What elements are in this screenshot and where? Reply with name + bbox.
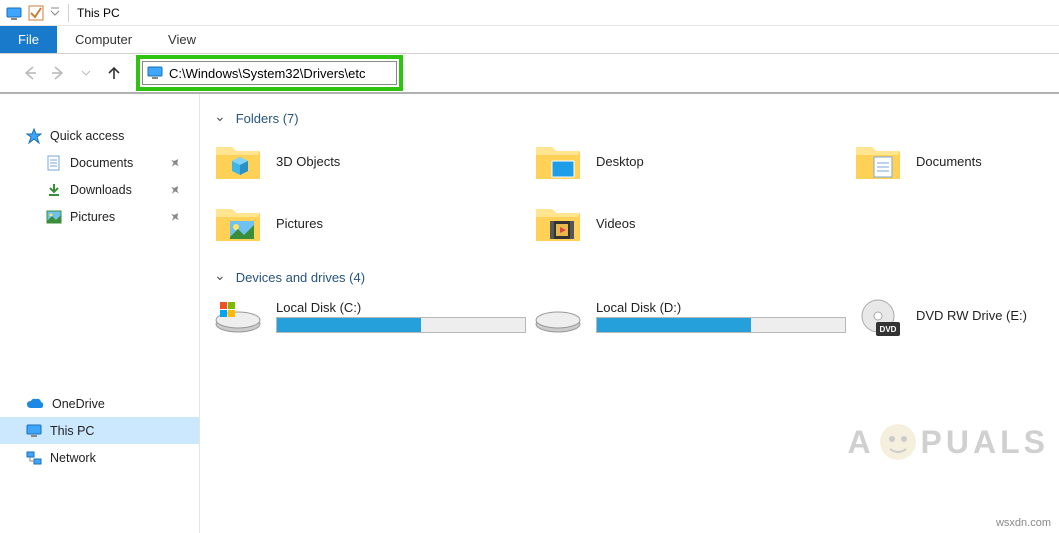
folder-icon xyxy=(534,139,582,183)
picture-icon xyxy=(46,209,62,225)
sidebar-item-documents[interactable]: Documents xyxy=(0,149,199,176)
sidebar-network[interactable]: Network xyxy=(0,444,199,471)
capacity-bar xyxy=(276,317,526,333)
sidebar-this-pc[interactable]: This PC xyxy=(0,417,199,444)
credit-text: wsxdn.com xyxy=(996,517,1051,529)
checkbox-icon[interactable] xyxy=(28,5,44,21)
folder-icon xyxy=(214,201,262,245)
star-icon xyxy=(26,128,42,144)
forward-button[interactable] xyxy=(44,59,72,87)
download-icon xyxy=(46,182,62,198)
file-tab[interactable]: File xyxy=(0,26,57,53)
pin-icon xyxy=(169,184,181,196)
folder-documents[interactable]: Documents xyxy=(850,135,1059,187)
up-button[interactable] xyxy=(100,59,128,87)
chevron-down-icon xyxy=(214,110,230,127)
chevron-down-icon xyxy=(214,269,230,286)
network-icon xyxy=(26,451,42,465)
svg-text:DVD: DVD xyxy=(880,325,897,334)
hdd-icon xyxy=(534,298,582,334)
folder-icon xyxy=(214,139,262,183)
folder-videos[interactable]: Videos xyxy=(530,197,850,249)
folder-pictures[interactable]: Pictures xyxy=(210,197,530,249)
address-input[interactable] xyxy=(169,66,392,81)
sidebar-onedrive[interactable]: OneDrive xyxy=(0,390,199,417)
title-bar: This PC xyxy=(0,0,1059,26)
recent-dropdown[interactable] xyxy=(72,59,100,87)
hdd-icon xyxy=(214,298,262,334)
sidebar-item-downloads[interactable]: Downloads xyxy=(0,176,199,203)
folders-group-header[interactable]: Folders (7) xyxy=(210,110,1059,127)
app-icon xyxy=(6,5,22,21)
back-button[interactable] xyxy=(16,59,44,87)
drive-local-d[interactable]: Local Disk (D:) xyxy=(530,294,850,338)
content-pane: Folders (7) 3D Objects Desktop xyxy=(200,94,1059,533)
address-bar[interactable] xyxy=(142,61,397,85)
dvd-icon: DVD xyxy=(854,298,902,334)
sidebar-item-pictures[interactable]: Pictures xyxy=(0,203,199,230)
drive-dvd-e[interactable]: DVD DVD RW Drive (E:) xyxy=(850,294,1059,338)
folder-icon xyxy=(534,201,582,245)
qat-dropdown-icon[interactable] xyxy=(50,5,60,21)
navigation-bar xyxy=(0,54,1059,94)
folder-desktop[interactable]: Desktop xyxy=(530,135,850,187)
drives-group-header[interactable]: Devices and drives (4) xyxy=(210,269,1059,286)
pc-icon xyxy=(147,66,163,80)
window-title: This PC xyxy=(77,6,120,20)
document-icon xyxy=(46,155,62,171)
address-bar-highlight xyxy=(136,55,403,91)
pc-icon xyxy=(26,424,42,438)
folder-icon xyxy=(854,139,902,183)
pin-icon xyxy=(169,157,181,169)
sidebar-quick-access[interactable]: Quick access xyxy=(0,122,199,149)
folder-3d-objects[interactable]: 3D Objects xyxy=(210,135,530,187)
ribbon: File Computer View xyxy=(0,26,1059,54)
navigation-pane: Quick access Documents Downloads Pict xyxy=(0,94,200,533)
capacity-bar xyxy=(596,317,846,333)
drive-local-c[interactable]: Local Disk (C:) xyxy=(210,294,530,338)
tab-computer[interactable]: Computer xyxy=(57,26,150,53)
tab-view[interactable]: View xyxy=(150,26,214,53)
cloud-icon xyxy=(26,397,44,411)
pin-icon xyxy=(169,211,181,223)
